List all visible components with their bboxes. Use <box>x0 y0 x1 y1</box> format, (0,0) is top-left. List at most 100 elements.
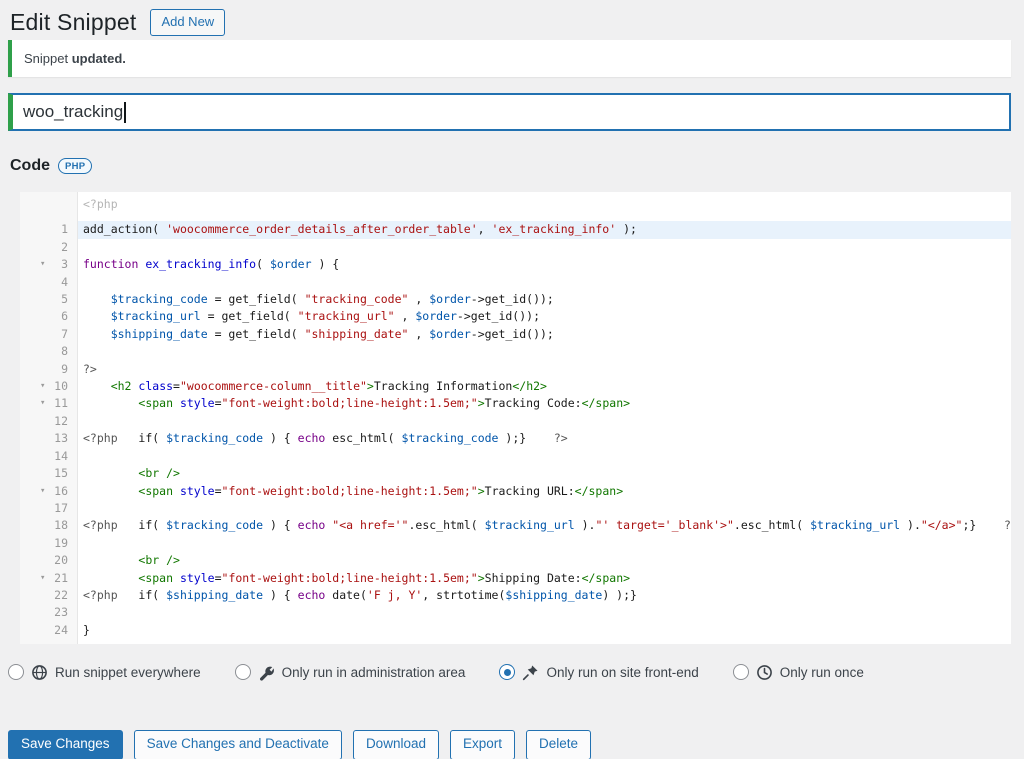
code-line-text: function ex_tracking_info( $order ) { <box>83 257 340 272</box>
code-line-text: <?php if( $shipping_date ) { echo date('… <box>83 587 637 602</box>
fold-arrow-icon[interactable]: ▾ <box>40 570 45 587</box>
line-number: 5 <box>61 292 68 307</box>
line-number: 6 <box>61 309 68 324</box>
code-line[interactable]: 14 <box>20 448 1011 465</box>
code-line[interactable]: 7 $shipping_date = get_field( "shipping_… <box>20 326 1011 343</box>
line-number: 10 ▾ <box>20 378 78 395</box>
scope-option-label: Only run on site front-end <box>546 664 699 680</box>
code-section-header: Code PHP <box>10 155 1024 177</box>
code-line-text: $tracking_code = get_field( "tracking_co… <box>110 292 554 307</box>
code-line-text: ?> <box>83 361 97 376</box>
line-number: 24 <box>54 622 68 637</box>
php-badge: PHP <box>58 158 93 174</box>
snippet-updated-notice: Snippet updated. <box>8 40 1011 77</box>
line-number: 17 <box>54 500 68 515</box>
wrench-icon <box>258 664 275 681</box>
code-line[interactable]: 22 <?php if( $shipping_date ) { echo date… <box>20 587 1011 604</box>
line-number: 2 <box>61 239 68 254</box>
radio-button[interactable] <box>234 664 251 680</box>
scope-option-run-snippet-everywhere[interactable]: Run snippet everywhere <box>8 664 201 681</box>
edit-snippet-page: Edit Snippet Add New Snippet updated. wo… <box>0 0 1024 759</box>
add-new-button[interactable]: Add New <box>150 9 226 36</box>
code-line[interactable]: 3 ▾ function ex_tracking_info( $order ) { <box>20 256 1011 273</box>
line-number <box>20 196 78 213</box>
code-line[interactable]: 16 ▾ <span style="font-weight:bold;line-h… <box>20 483 1011 500</box>
code-line[interactable]: 17 <box>20 500 1011 517</box>
line-number: 14 <box>54 448 68 463</box>
radio-button[interactable] <box>8 664 24 680</box>
code-line-text: <br /> <box>138 466 180 481</box>
line-number: 11 ▾ <box>20 395 78 412</box>
line-number: 23 <box>54 605 68 620</box>
notice-text: Snippet <box>24 51 72 66</box>
code-line[interactable]: 8 <box>20 343 1011 360</box>
snippet-title-value: woo_tracking <box>23 102 124 121</box>
code-line-text: $shipping_date = get_field( "shipping_da… <box>110 326 554 341</box>
code-line-text: <span style="font-weight:bold;line-heigh… <box>138 570 631 585</box>
scope-option-only-run-once[interactable]: Only run once <box>732 664 864 681</box>
code-line[interactable]: 6 $tracking_url = get_field( "tracking_u… <box>20 308 1011 325</box>
code-line[interactable]: 9 ?> <box>20 361 1011 378</box>
line-number: 18 <box>54 518 68 533</box>
code-line[interactable]: 12 <box>20 413 1011 430</box>
code-line[interactable]: 23 <box>20 604 1011 621</box>
download-button[interactable]: Download <box>352 730 439 759</box>
fold-arrow-icon[interactable]: ▾ <box>40 483 45 500</box>
code-line[interactable]: 5 $tracking_code = get_field( "tracking_… <box>20 291 1011 308</box>
code-line[interactable]: 11 ▾ <span style="font-weight:bold;line-h… <box>20 395 1011 412</box>
code-line[interactable]: 13 <?php if( $tracking_code ) { echo esc_… <box>20 430 1011 447</box>
code-line[interactable]: 4 <box>20 274 1011 291</box>
export-button[interactable]: Export <box>449 730 516 759</box>
fold-arrow-icon[interactable]: ▾ <box>40 378 45 395</box>
code-line-text: <span style="font-weight:bold;line-heigh… <box>138 483 624 498</box>
globe-icon <box>31 664 48 681</box>
code-line[interactable]: 1 add_action( 'woocommerce_order_details_… <box>20 221 1011 239</box>
line-number: 7 <box>61 326 68 341</box>
line-number: 8 <box>61 344 68 359</box>
php-open-tag-line[interactable]: <?php <box>20 196 1011 213</box>
delete-button[interactable]: Delete <box>526 730 592 759</box>
code-line-text: <br /> <box>138 553 180 568</box>
code-line[interactable]: 18 <?php if( $tracking_code ) { echo "<a … <box>20 517 1011 534</box>
page-title: Edit Snippet <box>10 9 137 35</box>
line-number: 4 <box>61 274 68 289</box>
code-line-text: <?php <box>83 197 118 211</box>
fold-arrow-icon[interactable]: ▾ <box>40 256 45 273</box>
code-line-text: <?php if( $tracking_code ) { echo esc_ht… <box>83 431 568 446</box>
line-number: 9 <box>61 361 68 376</box>
code-line-text: <h2 class="woocommerce-column__title">Tr… <box>110 379 547 394</box>
save-changes-and-deactivate-button[interactable]: Save Changes and Deactivate <box>133 730 342 759</box>
line-number: 22 <box>54 587 68 602</box>
pushpin-icon <box>522 664 539 681</box>
line-number: 13 <box>54 431 68 446</box>
code-line-text: } <box>83 622 90 637</box>
code-line[interactable]: 10 ▾ <h2 class="woocommerce-column__title… <box>20 378 1011 395</box>
radio-button[interactable] <box>499 664 516 680</box>
code-line[interactable]: 24} <box>20 622 1011 639</box>
clock-icon <box>756 664 773 681</box>
snippet-title-input[interactable]: woo_tracking <box>8 93 1011 131</box>
scope-option-only-run-in-administration-area[interactable]: Only run in administration area <box>234 664 465 681</box>
fold-arrow-icon[interactable]: ▾ <box>40 395 45 412</box>
code-line[interactable]: 19 <box>20 535 1011 552</box>
scope-option-only-run-on-site-front-end[interactable]: Only run on site front-end <box>499 664 699 681</box>
code-line[interactable]: 21 ▾ <span style="font-weight:bold;line-h… <box>20 570 1011 587</box>
code-line-text: $tracking_url = get_field( "tracking_url… <box>110 309 541 324</box>
code-line-text: add_action( 'woocommerce_order_details_a… <box>78 221 1011 239</box>
line-number: 21 ▾ <box>20 570 78 587</box>
save-changes-button[interactable]: Save Changes <box>8 730 123 759</box>
code-line[interactable]: 15 <br /> <box>20 465 1011 482</box>
notice-bold-text: updated. <box>71 51 126 66</box>
code-line[interactable]: 2 <box>20 239 1011 256</box>
radio-button[interactable] <box>732 664 749 680</box>
code-editor[interactable]: <?php 1 add_action( 'woocommerce_order_det… <box>20 192 1011 644</box>
code-line[interactable]: 20 <br /> <box>20 552 1011 569</box>
